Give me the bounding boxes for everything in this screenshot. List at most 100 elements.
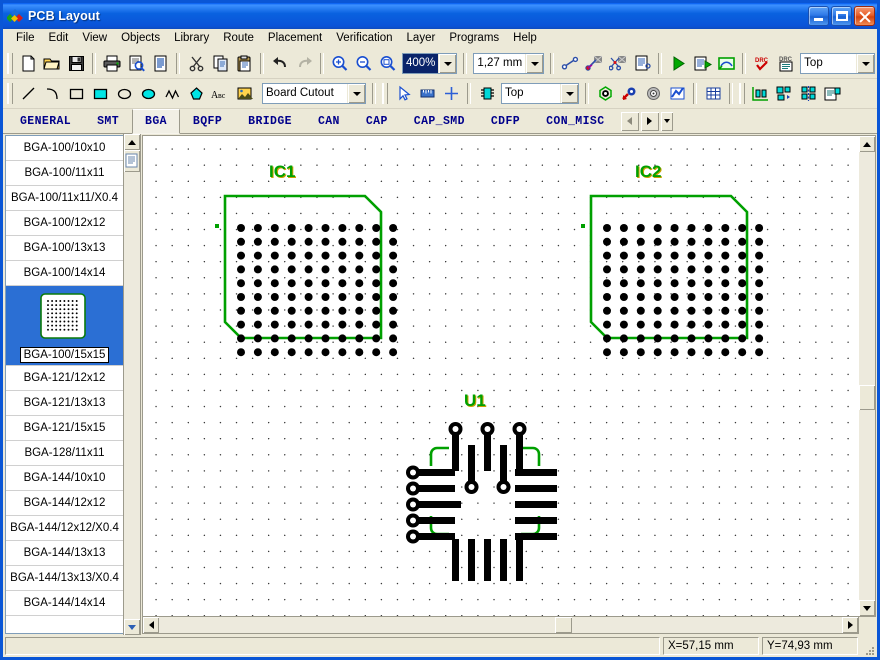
- canvas-hscroll-track[interactable]: [159, 617, 842, 633]
- trace-icon[interactable]: [665, 82, 689, 105]
- scissors-icon[interactable]: [184, 52, 208, 75]
- scrollbar-track[interactable]: [124, 150, 140, 619]
- via-icon[interactable]: [617, 82, 641, 105]
- ic-chip-icon[interactable]: [475, 82, 499, 105]
- list-item[interactable]: BGA-144/13x13/X0.4: [6, 566, 123, 591]
- menu-edit[interactable]: Edit: [42, 30, 76, 47]
- list-item[interactable]: BGA-128/11x11: [6, 441, 123, 466]
- tab-bga[interactable]: BGA: [132, 109, 180, 134]
- zoom-in-icon[interactable]: [328, 52, 352, 75]
- chevron-down-icon[interactable]: [525, 54, 544, 73]
- list-item[interactable]: BGA-144/12x12/X0.4: [6, 516, 123, 541]
- properties-icon[interactable]: [820, 82, 844, 105]
- cursor-arrow-icon[interactable]: [391, 82, 415, 105]
- document-lines-icon[interactable]: [148, 52, 172, 75]
- component-ic2[interactable]: IC2: [569, 162, 769, 382]
- tab-bridge[interactable]: BRIDGE: [235, 109, 305, 133]
- chevron-down-icon[interactable]: [560, 84, 578, 103]
- scroll-down-button[interactable]: [124, 619, 140, 635]
- list-item[interactable]: BGA-144/12x12: [6, 491, 123, 516]
- menu-help[interactable]: Help: [506, 30, 544, 47]
- tab-next-button[interactable]: [640, 111, 659, 131]
- crosshair-icon[interactable]: [439, 82, 463, 105]
- component-ic1[interactable]: IC1: [203, 162, 403, 382]
- list-item[interactable]: BGA-100/14x14: [6, 261, 123, 286]
- hole-icon[interactable]: [641, 82, 665, 105]
- copy-pages-icon[interactable]: [208, 52, 232, 75]
- menu-layer[interactable]: Layer: [400, 30, 443, 47]
- canvas-vscroll-thumb[interactable]: [859, 384, 875, 410]
- list-item[interactable]: BGA-100/11x11: [6, 161, 123, 186]
- tab-cap[interactable]: CAP: [353, 109, 401, 133]
- zoom-level-value[interactable]: 400%: [403, 54, 439, 73]
- active-layer-value[interactable]: Top: [801, 54, 856, 73]
- copper-pour-icon[interactable]: [714, 52, 738, 75]
- floppy-disk-icon[interactable]: [64, 52, 88, 75]
- canvas-hscroll-thumb[interactable]: [555, 617, 573, 633]
- filled-rectangle-icon[interactable]: [88, 82, 112, 105]
- rectangle-icon[interactable]: [64, 82, 88, 105]
- redo-arrow-icon[interactable]: [292, 52, 316, 75]
- zoom-out-icon[interactable]: [352, 52, 376, 75]
- grid-size-combo[interactable]: 1,27 mm: [473, 53, 545, 74]
- list-item[interactable]: BGA-144/10x10: [6, 466, 123, 491]
- menu-library[interactable]: Library: [167, 30, 216, 47]
- menu-placement[interactable]: Placement: [261, 30, 329, 47]
- canvas-scroll-left-button[interactable]: [143, 617, 159, 633]
- tab-smt[interactable]: SMT: [84, 109, 132, 133]
- toolbar-grip[interactable]: [7, 83, 13, 104]
- menu-objects[interactable]: Objects: [114, 30, 167, 47]
- minimize-button[interactable]: [808, 6, 829, 26]
- list-item-selected[interactable]: BGA-100/15x15: [6, 286, 123, 366]
- print-preview-icon[interactable]: [124, 52, 148, 75]
- undo-arrow-icon[interactable]: [268, 52, 292, 75]
- canvas-scroll-up-button[interactable]: [859, 136, 875, 152]
- component-u1[interactable]: U1: [395, 391, 575, 591]
- list-item[interactable]: BGA-100/10x10: [6, 136, 123, 161]
- pad-round-icon[interactable]: [593, 82, 617, 105]
- tab-prev-button[interactable]: [620, 111, 639, 131]
- toolbar-grip[interactable]: [7, 53, 13, 74]
- toolbar-grip[interactable]: [382, 83, 388, 104]
- close-button[interactable]: [854, 6, 875, 26]
- filled-ellipse-icon[interactable]: [136, 82, 160, 105]
- tab-cap-smd[interactable]: CAP_SMD: [401, 109, 478, 133]
- tab-general[interactable]: GENERAL: [7, 109, 84, 133]
- canvas-scroll-right-button[interactable]: [842, 617, 858, 633]
- chevron-down-icon[interactable]: [856, 54, 874, 73]
- tab-cdfp[interactable]: CDFP: [478, 109, 533, 133]
- menu-verification[interactable]: Verification: [329, 30, 399, 47]
- object-type-value[interactable]: Board Cutout: [263, 84, 347, 103]
- new-document-icon[interactable]: [16, 52, 40, 75]
- arrange-components-icon[interactable]: [796, 82, 820, 105]
- menu-route[interactable]: Route: [216, 30, 261, 47]
- run-report-icon[interactable]: [690, 52, 714, 75]
- polygon-icon[interactable]: [184, 82, 208, 105]
- list-item[interactable]: BGA-144/13x13: [6, 541, 123, 566]
- menu-file[interactable]: File: [9, 30, 42, 47]
- object-type-combo[interactable]: Board Cutout: [262, 83, 366, 104]
- menu-programs[interactable]: Programs: [442, 30, 506, 47]
- chevron-down-icon[interactable]: [438, 54, 457, 73]
- canvas-vscroll-track[interactable]: [859, 152, 875, 600]
- grid-size-value[interactable]: 1,27 mm: [474, 54, 525, 73]
- scroll-up-button[interactable]: [124, 134, 140, 150]
- placement-layer-value[interactable]: Top: [502, 84, 560, 103]
- list-item[interactable]: BGA-121/15x15: [6, 416, 123, 441]
- play-green-icon[interactable]: [666, 52, 690, 75]
- polyline-icon[interactable]: [160, 82, 184, 105]
- zoom-level-combo[interactable]: 400%: [402, 53, 458, 74]
- list-item[interactable]: BGA-121/13x13: [6, 391, 123, 416]
- route-settings-icon[interactable]: [630, 52, 654, 75]
- drc-check-icon[interactable]: DRC: [750, 52, 774, 75]
- printer-icon[interactable]: [100, 52, 124, 75]
- maximize-button[interactable]: [831, 6, 852, 26]
- text-abc-icon[interactable]: Aвс: [208, 82, 232, 105]
- active-layer-combo[interactable]: Top: [800, 53, 875, 74]
- library-list[interactable]: BGA-100/10x10 BGA-100/11x11 BGA-100/11x1…: [5, 135, 123, 634]
- drc-report-icon[interactable]: DRC: [774, 52, 798, 75]
- list-item[interactable]: BGA-100/13x13: [6, 236, 123, 261]
- library-scrollbar-vertical[interactable]: [123, 134, 140, 635]
- list-item[interactable]: BGA-100/11x11/X0.4: [6, 186, 123, 211]
- canvas-scrollbar-vertical[interactable]: [859, 135, 876, 617]
